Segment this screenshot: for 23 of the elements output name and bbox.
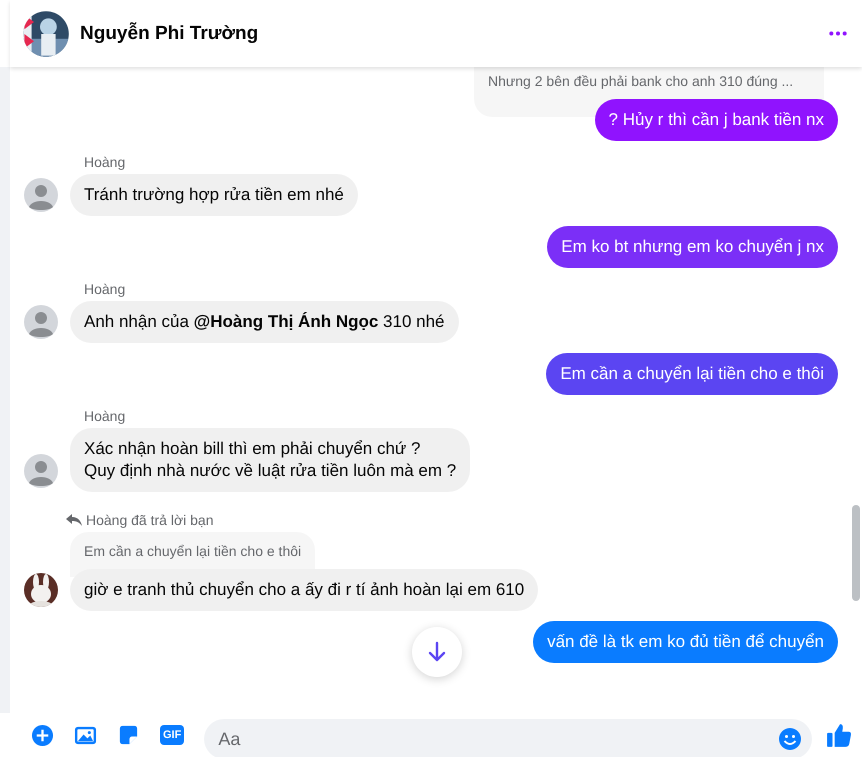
- sent-message: vấn đề là tk em ko đủ tiền để chuyển: [533, 621, 838, 663]
- add-icon[interactable]: [31, 724, 54, 746]
- scrollbar-thumb[interactable]: [852, 505, 860, 601]
- contact-name: Nguyễn Phi Trường: [80, 22, 260, 44]
- sender-name: Hoàng: [84, 281, 126, 297]
- gif-button[interactable]: GIF: [160, 725, 184, 745]
- sent-message: ? Hủy r thì cần j bank tiền nx: [594, 99, 838, 141]
- received-message: Anh nhận của @Hoàng Thị Ánh Ngọc 310 nhé: [70, 301, 459, 343]
- sticker-icon[interactable]: [117, 724, 140, 746]
- message-input[interactable]: Aa: [204, 719, 812, 757]
- reply-icon: [66, 513, 82, 527]
- sent-message: Em cần a chuyển lại tiền cho e thôi: [546, 353, 838, 395]
- received-message: Tránh trường hợp rửa tiền em nhé: [70, 174, 358, 216]
- sender-name: Hoàng: [84, 408, 126, 424]
- received-message: giờ e tranh thủ chuyển cho a ấy đi r tí ảnh hoàn lại em 610: [70, 569, 538, 611]
- received-message: Xác nhận hoàn bill thì em phải chuyển chứ ? Quy định nhà nước về luật rửa tiền luôn mà em ?: [70, 428, 470, 492]
- sender-name: Hoàng: [84, 154, 126, 170]
- scroll-down-button[interactable]: [412, 627, 462, 677]
- thumbs-up-icon[interactable]: [826, 722, 852, 748]
- reply-note: Hoàng đã trả lời bạn: [66, 512, 838, 528]
- more-icon[interactable]: [828, 30, 848, 37]
- sent-message: Em ko bt nhưng em ko chuyển j nx: [547, 226, 838, 268]
- emoji-icon[interactable]: [778, 727, 802, 751]
